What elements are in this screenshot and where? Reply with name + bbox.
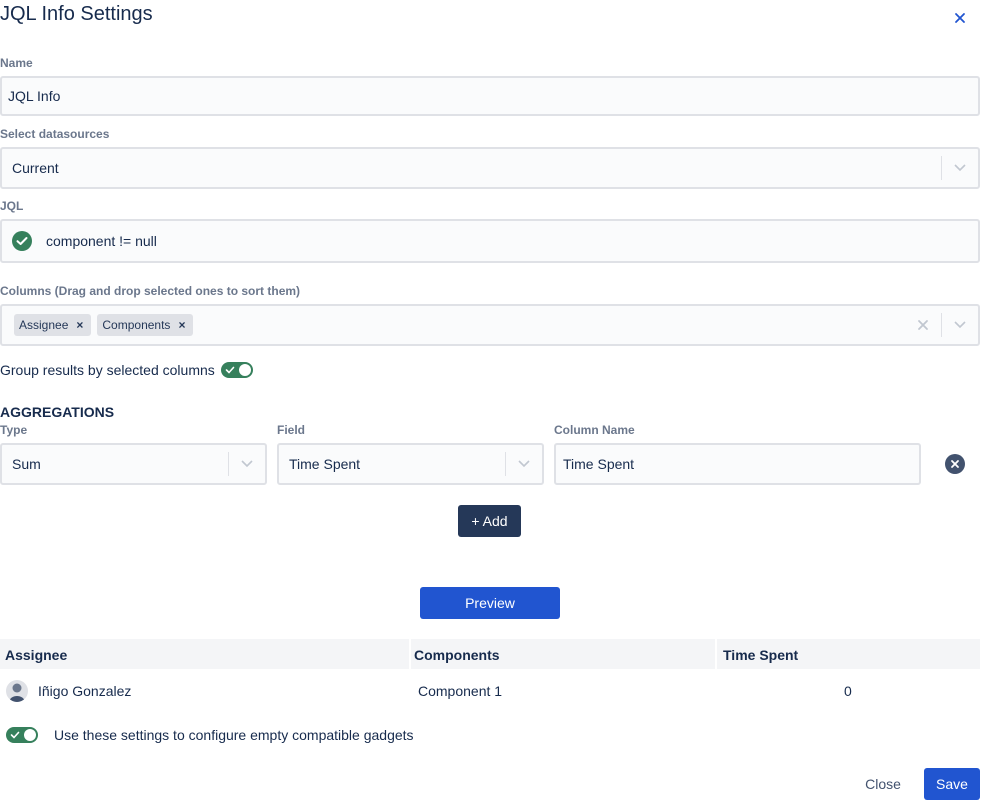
datasource-label: Select datasources [0,127,110,141]
group-results-label: Group results by selected columns [0,362,215,378]
column-divider [715,639,717,669]
close-button[interactable]: Close [853,768,913,800]
row-time-spent: 0 [844,683,852,699]
chevron-down-icon[interactable] [229,445,265,483]
datasource-select[interactable]: Current [0,147,980,189]
name-label: Name [0,56,33,70]
use-settings-row: Use these settings to configure empty co… [6,727,414,743]
remove-aggregation-button[interactable] [945,454,965,474]
row-assignee: Iñigo Gonzalez [38,683,132,699]
aggregation-column-name-label: Column Name [554,423,635,437]
jql-value: component != null [46,233,157,249]
aggregation-column-name-value: Time Spent [563,456,635,472]
use-settings-toggle[interactable] [6,727,38,743]
preview-button[interactable]: Preview [420,587,560,619]
aggregations-heading: AGGREGATIONS [0,404,115,420]
chevron-down-icon[interactable] [942,306,978,344]
row-components: Component 1 [418,683,503,699]
table-header-components[interactable]: Components [414,647,500,663]
save-button[interactable]: Save [924,768,980,800]
remove-tag-icon[interactable]: × [74,318,85,332]
aggregation-type-label: Type [0,423,28,437]
aggregation-field-label: Field [277,423,306,437]
name-value: JQL Info [8,88,61,104]
chevron-down-icon[interactable] [942,149,978,187]
remove-circle-icon [945,454,965,474]
column-tag-label: Assignee [19,318,69,332]
aggregation-type-value: Sum [12,456,41,472]
column-divider [409,639,411,669]
aggregation-field-select[interactable]: Time Spent [277,443,544,485]
jql-label: JQL [0,199,24,213]
group-results-row: Group results by selected columns [0,362,253,378]
aggregation-field-value: Time Spent [289,456,361,472]
columns-tag-list: Assignee × Components × [14,314,905,336]
toggle-knob [24,729,36,741]
chevron-down-icon[interactable] [506,445,542,483]
dialog-title: JQL Info Settings [0,3,153,25]
column-tag-components: Components × [97,314,194,336]
check-icon [10,731,20,739]
column-tag-assignee: Assignee × [14,314,92,336]
jql-input[interactable]: component != null [0,219,980,263]
columns-multiselect[interactable]: Assignee × Components × [0,304,980,346]
avatar [6,680,28,702]
close-icon [955,13,965,23]
remove-tag-icon[interactable]: × [176,318,187,332]
columns-label: Columns (Drag and drop selected ones to … [0,284,301,298]
table-row: Iñigo Gonzalez Component 1 0 [0,670,980,710]
check-circle-icon [12,231,32,251]
aggregation-column-name-input[interactable]: Time Spent [554,443,921,485]
group-results-toggle[interactable] [220,362,253,378]
table-header-time-spent[interactable]: Time Spent [723,647,798,663]
close-dialog-button[interactable] [950,8,970,28]
aggregation-type-select[interactable]: Sum [0,443,267,485]
datasource-value: Current [12,160,59,176]
clear-icon[interactable] [905,306,941,344]
toggle-knob [238,364,251,376]
table-header-assignee[interactable]: Assignee [5,647,67,663]
column-tag-label: Components [102,318,171,332]
name-input[interactable]: JQL Info [0,76,980,116]
use-settings-label: Use these settings to configure empty co… [54,727,414,743]
add-aggregation-button[interactable]: + Add [458,505,521,537]
check-icon [225,366,235,374]
